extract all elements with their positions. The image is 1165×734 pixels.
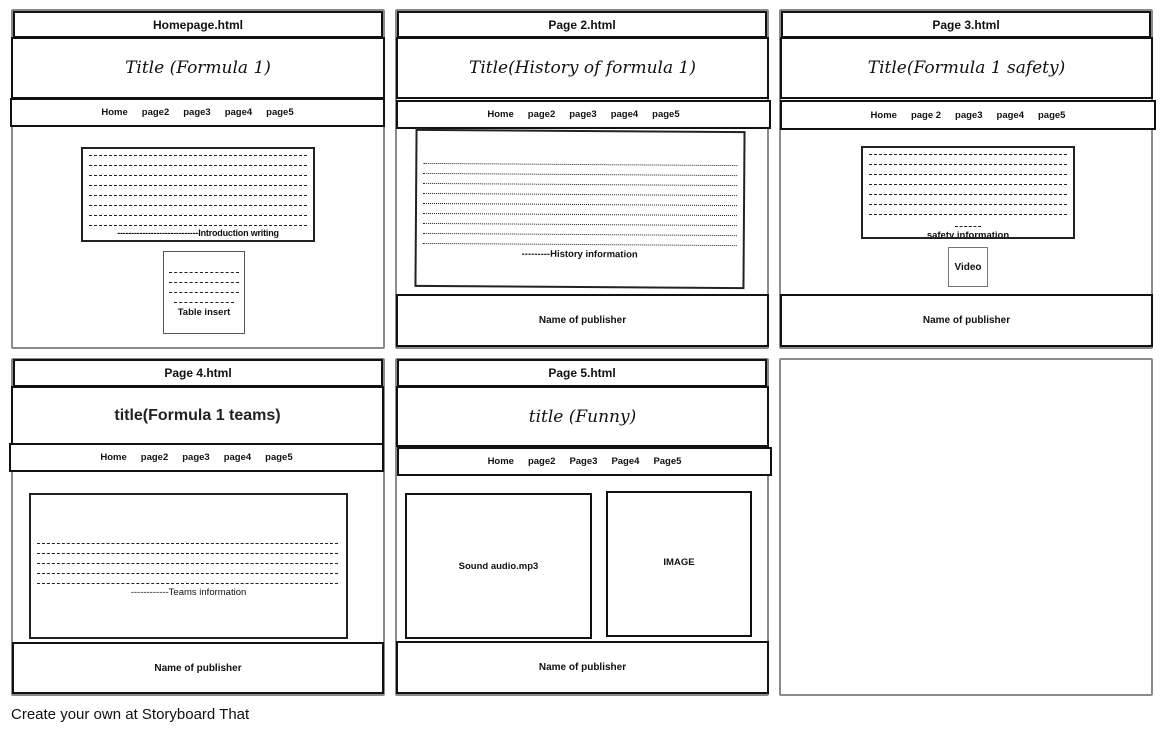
title-bar: Title(History of formula 1): [396, 37, 769, 99]
page-title: Title (Formula 1): [125, 58, 271, 78]
nav-page5[interactable]: Page5: [653, 456, 681, 467]
nav-page5[interactable]: page5: [266, 107, 293, 118]
page-title: title(Formula 1 teams): [114, 406, 281, 424]
nav-page4[interactable]: page4: [997, 110, 1024, 121]
publisher-bar: Name of publisher: [780, 294, 1153, 347]
nav-home[interactable]: Home: [871, 110, 897, 121]
nav-bar: Home page2 page3 page4 page5: [9, 443, 384, 472]
publisher-name: Name of publisher: [922, 315, 1011, 326]
history-label: ---------History information: [521, 248, 638, 261]
file-name-bar: Page 4.html: [13, 359, 383, 387]
page-title: Title(Formula 1 safety): [867, 58, 1066, 78]
audio-label: Sound audio.mp3: [458, 560, 539, 572]
teams-box: ------------Teams information: [29, 493, 348, 639]
nav-page2[interactable]: page2: [528, 109, 555, 120]
table-insert-label: Table insert: [177, 307, 231, 318]
teams-label: ------------Teams information: [130, 587, 247, 598]
publisher-bar: Name of publisher: [12, 642, 384, 694]
introduction-box: -----------------------------Introductio…: [81, 147, 315, 242]
title-bar: Title(Formula 1 safety): [780, 37, 1153, 99]
file-name: Page 4.html: [164, 366, 232, 380]
nav-page4[interactable]: Page4: [611, 456, 639, 467]
file-name-bar: Page 2.html: [397, 11, 767, 38]
file-name-bar: Page 5.html: [397, 359, 767, 387]
title-bar: title(Formula 1 teams): [11, 386, 384, 445]
file-name: Page 3.html: [932, 17, 1000, 32]
nav-page2[interactable]: page 2: [911, 110, 941, 121]
nav-page5[interactable]: page5: [265, 452, 292, 463]
history-box: ---------History information: [414, 128, 746, 290]
image-label: IMAGE: [663, 556, 695, 568]
panel-empty: [779, 358, 1153, 696]
table-insert-box: Table insert: [163, 251, 245, 334]
nav-page2[interactable]: page2: [141, 452, 168, 463]
file-name-bar: Homepage.html: [13, 11, 383, 38]
publisher-name: Name of publisher: [538, 315, 627, 326]
nav-page2[interactable]: page2: [528, 456, 555, 467]
video-box: Video: [948, 247, 988, 287]
publisher-bar: Name of publisher: [396, 641, 769, 694]
nav-home[interactable]: Home: [488, 456, 514, 467]
nav-home[interactable]: Home: [100, 452, 126, 463]
page-title: title (Funny): [528, 406, 637, 427]
nav-page4[interactable]: page4: [225, 107, 252, 118]
safety-label: safety information: [926, 230, 1010, 239]
nav-page3[interactable]: page3: [183, 107, 210, 118]
file-name-bar: Page 3.html: [781, 11, 1151, 38]
title-bar: Title (Formula 1): [11, 37, 385, 99]
audio-box: Sound audio.mp3: [405, 493, 592, 639]
video-label: Video: [954, 261, 982, 273]
nav-bar: Home page2 page3 page4 page5: [10, 98, 385, 127]
nav-home[interactable]: Home: [101, 107, 127, 118]
safety-box: safety information: [861, 146, 1075, 239]
nav-page5[interactable]: page5: [652, 109, 679, 120]
introduction-label: -----------------------------Introductio…: [117, 228, 279, 238]
nav-page5[interactable]: page5: [1038, 110, 1065, 121]
image-box: IMAGE: [606, 491, 752, 637]
page-title: Title(History of formula 1): [468, 58, 696, 78]
nav-bar: Home page2 Page3 Page4 Page5: [397, 447, 772, 476]
publisher-name: Name of publisher: [538, 662, 627, 673]
nav-bar: Home page 2 page3 page4 page5: [780, 100, 1156, 130]
file-name: Page 5.html: [548, 366, 616, 380]
file-name: Page 2.html: [548, 17, 616, 32]
nav-page3[interactable]: Page3: [569, 456, 597, 467]
nav-page2[interactable]: page2: [142, 107, 169, 118]
publisher-bar: Name of publisher: [396, 294, 769, 347]
storyboard-credit[interactable]: Create your own at Storyboard That: [11, 706, 249, 723]
nav-page3[interactable]: page3: [182, 452, 209, 463]
nav-page3[interactable]: page3: [569, 109, 596, 120]
nav-page4[interactable]: page4: [611, 109, 638, 120]
nav-bar: Home page2 page3 page4 page5: [396, 100, 771, 129]
nav-page4[interactable]: page4: [224, 452, 251, 463]
nav-page3[interactable]: page3: [955, 110, 982, 121]
nav-home[interactable]: Home: [487, 109, 513, 120]
file-name: Homepage.html: [152, 17, 243, 32]
title-bar: title (Funny): [396, 386, 769, 447]
publisher-name: Name of publisher: [154, 662, 242, 674]
